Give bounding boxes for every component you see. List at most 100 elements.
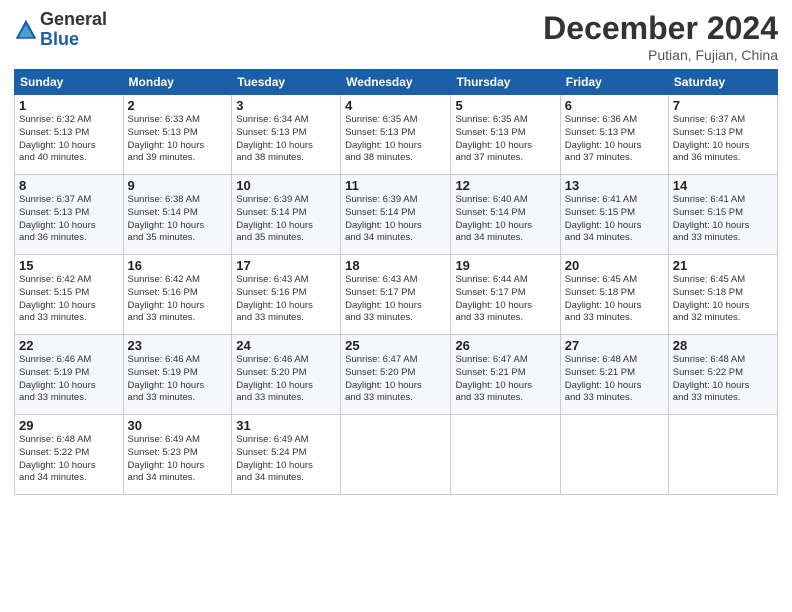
calendar-week-row: 29Sunrise: 6:48 AMSunset: 5:22 PMDayligh… bbox=[15, 415, 778, 495]
day-info: Sunrise: 6:41 AMSunset: 5:15 PMDaylight:… bbox=[565, 194, 642, 243]
header-sunday: Sunday bbox=[15, 70, 124, 95]
header-wednesday: Wednesday bbox=[341, 70, 451, 95]
day-number: 9 bbox=[128, 178, 228, 193]
day-number: 1 bbox=[19, 98, 119, 113]
day-number: 4 bbox=[345, 98, 446, 113]
day-info: Sunrise: 6:42 AMSunset: 5:15 PMDaylight:… bbox=[19, 274, 96, 323]
table-row: 8Sunrise: 6:37 AMSunset: 5:13 PMDaylight… bbox=[15, 175, 124, 255]
logo-icon bbox=[14, 18, 38, 42]
title-block: December 2024 Putian, Fujian, China bbox=[543, 10, 778, 63]
header: General Blue December 2024 Putian, Fujia… bbox=[14, 10, 778, 63]
header-monday: Monday bbox=[123, 70, 232, 95]
table-row: 19Sunrise: 6:44 AMSunset: 5:17 PMDayligh… bbox=[451, 255, 560, 335]
day-number: 15 bbox=[19, 258, 119, 273]
day-number: 5 bbox=[455, 98, 555, 113]
header-saturday: Saturday bbox=[668, 70, 777, 95]
day-number: 25 bbox=[345, 338, 446, 353]
day-number: 18 bbox=[345, 258, 446, 273]
day-number: 17 bbox=[236, 258, 336, 273]
calendar-header-row: Sunday Monday Tuesday Wednesday Thursday… bbox=[15, 70, 778, 95]
day-number: 24 bbox=[236, 338, 336, 353]
day-info: Sunrise: 6:42 AMSunset: 5:16 PMDaylight:… bbox=[128, 274, 205, 323]
day-number: 7 bbox=[673, 98, 773, 113]
calendar-table: Sunday Monday Tuesday Wednesday Thursday… bbox=[14, 69, 778, 495]
day-number: 10 bbox=[236, 178, 336, 193]
day-number: 12 bbox=[455, 178, 555, 193]
header-friday: Friday bbox=[560, 70, 668, 95]
day-number: 28 bbox=[673, 338, 773, 353]
day-number: 8 bbox=[19, 178, 119, 193]
day-number: 26 bbox=[455, 338, 555, 353]
day-info: Sunrise: 6:47 AMSunset: 5:21 PMDaylight:… bbox=[455, 354, 532, 403]
day-info: Sunrise: 6:44 AMSunset: 5:17 PMDaylight:… bbox=[455, 274, 532, 323]
day-number: 3 bbox=[236, 98, 336, 113]
table-row: 18Sunrise: 6:43 AMSunset: 5:17 PMDayligh… bbox=[341, 255, 451, 335]
day-info: Sunrise: 6:35 AMSunset: 5:13 PMDaylight:… bbox=[455, 114, 532, 163]
day-info: Sunrise: 6:33 AMSunset: 5:13 PMDaylight:… bbox=[128, 114, 205, 163]
day-info: Sunrise: 6:48 AMSunset: 5:21 PMDaylight:… bbox=[565, 354, 642, 403]
table-row: 9Sunrise: 6:38 AMSunset: 5:14 PMDaylight… bbox=[123, 175, 232, 255]
day-info: Sunrise: 6:37 AMSunset: 5:13 PMDaylight:… bbox=[673, 114, 750, 163]
logo: General Blue bbox=[14, 10, 107, 50]
day-info: Sunrise: 6:37 AMSunset: 5:13 PMDaylight:… bbox=[19, 194, 96, 243]
day-number: 31 bbox=[236, 418, 336, 433]
calendar-week-row: 22Sunrise: 6:46 AMSunset: 5:19 PMDayligh… bbox=[15, 335, 778, 415]
day-info: Sunrise: 6:47 AMSunset: 5:20 PMDaylight:… bbox=[345, 354, 422, 403]
logo-blue-text: Blue bbox=[40, 30, 107, 50]
page-container: General Blue December 2024 Putian, Fujia… bbox=[0, 0, 792, 503]
table-row: 14Sunrise: 6:41 AMSunset: 5:15 PMDayligh… bbox=[668, 175, 777, 255]
logo-general-text: General bbox=[40, 10, 107, 30]
calendar-week-row: 8Sunrise: 6:37 AMSunset: 5:13 PMDaylight… bbox=[15, 175, 778, 255]
table-row: 17Sunrise: 6:43 AMSunset: 5:16 PMDayligh… bbox=[232, 255, 341, 335]
table-row: 30Sunrise: 6:49 AMSunset: 5:23 PMDayligh… bbox=[123, 415, 232, 495]
table-row: 1Sunrise: 6:32 AMSunset: 5:13 PMDaylight… bbox=[15, 95, 124, 175]
table-row: 5Sunrise: 6:35 AMSunset: 5:13 PMDaylight… bbox=[451, 95, 560, 175]
day-number: 13 bbox=[565, 178, 664, 193]
day-info: Sunrise: 6:35 AMSunset: 5:13 PMDaylight:… bbox=[345, 114, 422, 163]
day-info: Sunrise: 6:41 AMSunset: 5:15 PMDaylight:… bbox=[673, 194, 750, 243]
table-row: 12Sunrise: 6:40 AMSunset: 5:14 PMDayligh… bbox=[451, 175, 560, 255]
table-row: 2Sunrise: 6:33 AMSunset: 5:13 PMDaylight… bbox=[123, 95, 232, 175]
table-row bbox=[668, 415, 777, 495]
table-row: 21Sunrise: 6:45 AMSunset: 5:18 PMDayligh… bbox=[668, 255, 777, 335]
table-row: 16Sunrise: 6:42 AMSunset: 5:16 PMDayligh… bbox=[123, 255, 232, 335]
table-row: 29Sunrise: 6:48 AMSunset: 5:22 PMDayligh… bbox=[15, 415, 124, 495]
day-number: 2 bbox=[128, 98, 228, 113]
table-row: 27Sunrise: 6:48 AMSunset: 5:21 PMDayligh… bbox=[560, 335, 668, 415]
calendar-week-row: 1Sunrise: 6:32 AMSunset: 5:13 PMDaylight… bbox=[15, 95, 778, 175]
day-number: 27 bbox=[565, 338, 664, 353]
header-tuesday: Tuesday bbox=[232, 70, 341, 95]
day-number: 11 bbox=[345, 178, 446, 193]
table-row: 23Sunrise: 6:46 AMSunset: 5:19 PMDayligh… bbox=[123, 335, 232, 415]
day-number: 6 bbox=[565, 98, 664, 113]
day-info: Sunrise: 6:49 AMSunset: 5:23 PMDaylight:… bbox=[128, 434, 205, 483]
day-number: 23 bbox=[128, 338, 228, 353]
day-info: Sunrise: 6:48 AMSunset: 5:22 PMDaylight:… bbox=[19, 434, 96, 483]
table-row: 15Sunrise: 6:42 AMSunset: 5:15 PMDayligh… bbox=[15, 255, 124, 335]
table-row: 10Sunrise: 6:39 AMSunset: 5:14 PMDayligh… bbox=[232, 175, 341, 255]
day-info: Sunrise: 6:49 AMSunset: 5:24 PMDaylight:… bbox=[236, 434, 313, 483]
table-row: 25Sunrise: 6:47 AMSunset: 5:20 PMDayligh… bbox=[341, 335, 451, 415]
day-info: Sunrise: 6:43 AMSunset: 5:17 PMDaylight:… bbox=[345, 274, 422, 323]
table-row: 22Sunrise: 6:46 AMSunset: 5:19 PMDayligh… bbox=[15, 335, 124, 415]
logo-text: General Blue bbox=[40, 10, 107, 50]
table-row bbox=[451, 415, 560, 495]
month-title: December 2024 bbox=[543, 10, 778, 47]
day-info: Sunrise: 6:46 AMSunset: 5:19 PMDaylight:… bbox=[128, 354, 205, 403]
day-info: Sunrise: 6:39 AMSunset: 5:14 PMDaylight:… bbox=[345, 194, 422, 243]
day-number: 22 bbox=[19, 338, 119, 353]
table-row: 13Sunrise: 6:41 AMSunset: 5:15 PMDayligh… bbox=[560, 175, 668, 255]
day-info: Sunrise: 6:45 AMSunset: 5:18 PMDaylight:… bbox=[673, 274, 750, 323]
day-number: 29 bbox=[19, 418, 119, 433]
day-info: Sunrise: 6:38 AMSunset: 5:14 PMDaylight:… bbox=[128, 194, 205, 243]
table-row: 11Sunrise: 6:39 AMSunset: 5:14 PMDayligh… bbox=[341, 175, 451, 255]
day-info: Sunrise: 6:48 AMSunset: 5:22 PMDaylight:… bbox=[673, 354, 750, 403]
day-info: Sunrise: 6:46 AMSunset: 5:20 PMDaylight:… bbox=[236, 354, 313, 403]
day-info: Sunrise: 6:45 AMSunset: 5:18 PMDaylight:… bbox=[565, 274, 642, 323]
day-info: Sunrise: 6:46 AMSunset: 5:19 PMDaylight:… bbox=[19, 354, 96, 403]
day-info: Sunrise: 6:43 AMSunset: 5:16 PMDaylight:… bbox=[236, 274, 313, 323]
table-row: 20Sunrise: 6:45 AMSunset: 5:18 PMDayligh… bbox=[560, 255, 668, 335]
day-info: Sunrise: 6:36 AMSunset: 5:13 PMDaylight:… bbox=[565, 114, 642, 163]
day-info: Sunrise: 6:32 AMSunset: 5:13 PMDaylight:… bbox=[19, 114, 96, 163]
day-number: 21 bbox=[673, 258, 773, 273]
